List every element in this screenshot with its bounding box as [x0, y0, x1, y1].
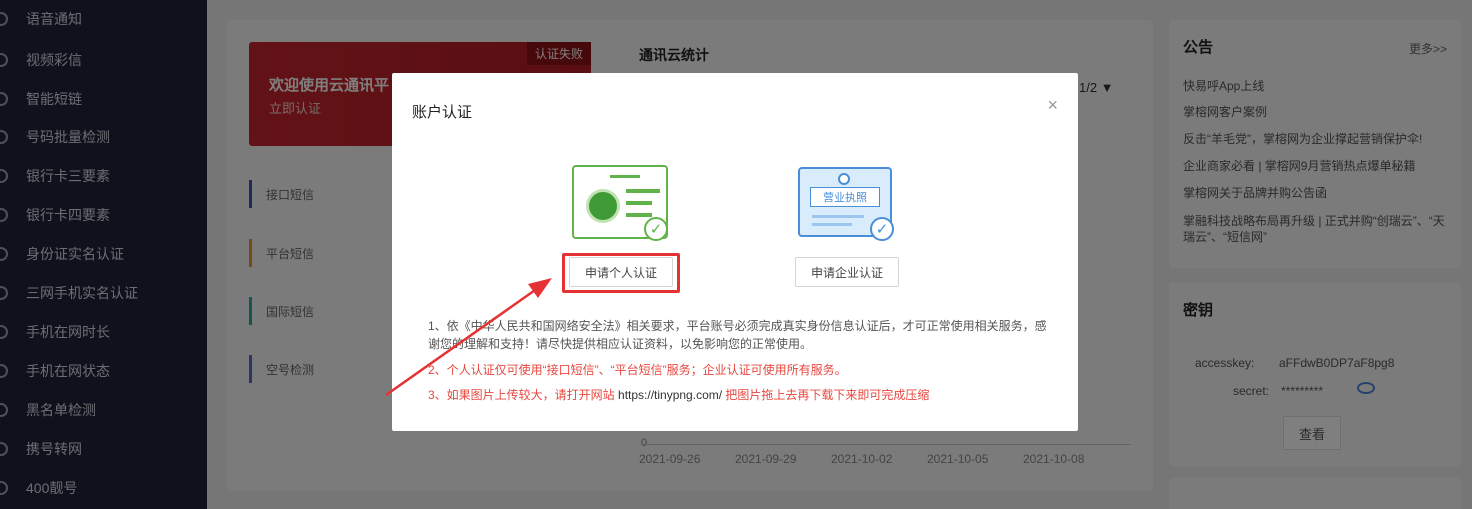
annotation-arrow [385, 278, 552, 397]
arrow-head [528, 278, 552, 298]
arrow-shaft [385, 286, 539, 397]
